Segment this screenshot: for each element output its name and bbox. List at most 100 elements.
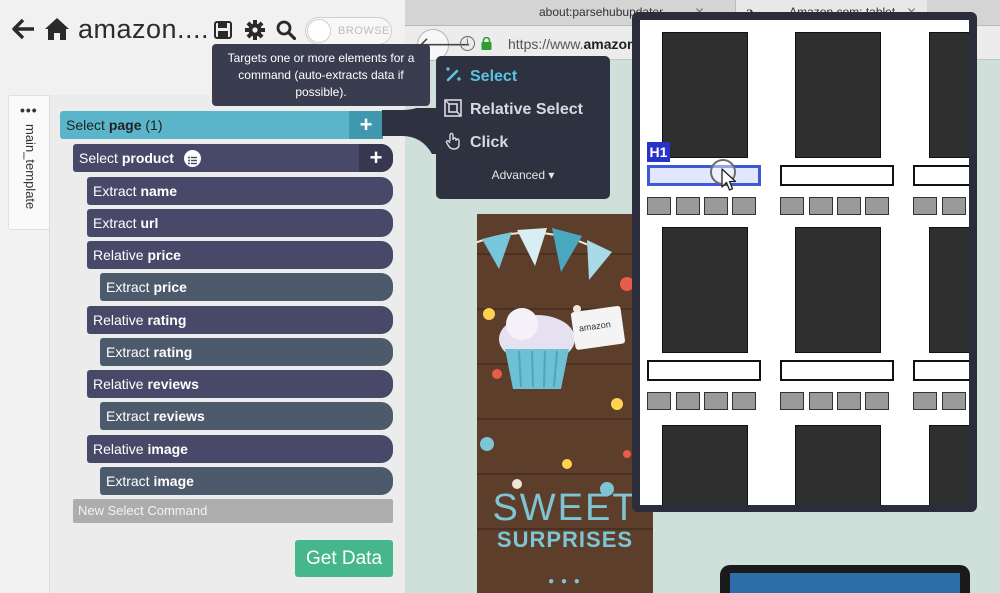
search-icon[interactable] [276,20,296,40]
lock-icon [481,37,492,50]
get-data-button[interactable]: Get Data [295,540,393,577]
command-verb: Relative [93,376,144,392]
command-verb: Relative [93,312,144,328]
menu-item-select[interactable]: Select [444,64,517,90]
menu-item-relative-select[interactable]: Relative Select [444,97,583,123]
product-detail-placeholder [913,197,937,215]
command-extract-reviews[interactable]: Extract reviews [100,402,393,430]
product-title-placeholder [780,165,894,186]
template-tab-label: main_template [23,124,38,210]
command-verb: Select [66,117,105,133]
product-title-placeholder [913,360,969,381]
command-relative-image[interactable]: Relative image [87,435,393,463]
command-verb: Extract [106,473,150,489]
command-verb: Relative [93,441,144,457]
command-select-page[interactable]: Select page (1) + [60,111,383,139]
mouse-cursor-icon [721,168,737,191]
product-detail-placeholder [676,197,700,215]
advanced-dropdown[interactable]: Advanced ▾ [436,168,610,182]
product-title-placeholder [647,360,761,381]
highlighted-product-title[interactable] [647,165,761,186]
command-target: page [108,117,142,133]
carousel-dots[interactable]: ● ● ● [477,576,653,587]
command-target: reviews [147,376,199,392]
magic-wand-icon [444,66,462,84]
sweet-surprises-banner[interactable]: amazon SWEET SURPRISES ● ● ● [477,214,653,593]
command-verb: Select [79,150,118,166]
product-detail-placeholder [780,197,804,215]
project-title: amazon.... [78,14,210,44]
product-detail-placeholder [732,197,756,215]
command-target: rating [147,312,187,328]
command-verb: Extract [93,183,137,199]
info-icon[interactable]: i [460,36,475,51]
command-target: url [140,215,159,231]
product-detail-placeholder [865,197,889,215]
product-detail-placeholder [942,197,966,215]
hand-pointer-icon [444,132,462,150]
menu-item-label: Relative Select [470,101,583,118]
more-options-icon[interactable]: ••• [20,103,38,117]
product-image-placeholder [929,227,969,353]
product-image-placeholder [662,32,748,158]
product-detail-placeholder [837,392,861,410]
command-extract-price[interactable]: Extract price [100,273,393,301]
product-detail-placeholder [780,392,804,410]
command-relative-price[interactable]: Relative price [87,241,393,269]
product-detail-placeholder [732,392,756,410]
product-detail-placeholder [865,392,889,410]
product-detail-placeholder [913,392,937,410]
command-extract-rating[interactable]: Extract rating [100,338,393,366]
relative-select-icon [444,98,462,117]
command-extract-image[interactable]: Extract image [100,467,393,495]
banner-subtitle: SURPRISES [496,527,634,552]
product-image-placeholder [662,227,748,353]
command-target: name [140,183,178,199]
command-verb: Extract [106,344,150,360]
command-extract-name[interactable]: Extract name [87,177,393,205]
command-verb: Extract [106,279,150,295]
command-target: price [153,279,187,295]
save-icon[interactable] [214,21,232,39]
command-extract-url[interactable]: Extract url [87,209,393,237]
tablet-screen [730,573,960,593]
product-image-placeholder [795,32,881,158]
menu-item-label: Select [470,68,518,85]
command-target: reviews [153,408,205,424]
browse-label: BROWSE [338,25,390,37]
preview-page: H1 [640,20,969,505]
select-tooltip: Targets one or more elements for a comma… [212,44,430,106]
product-detail-placeholder [647,197,671,215]
add-command-button[interactable]: + [349,111,383,139]
product-detail-placeholder [809,197,833,215]
product-title-placeholder [780,360,894,381]
selection-preview: H1 [632,12,977,512]
back-arrow-icon[interactable] [12,17,36,41]
command-relative-rating[interactable]: Relative rating [87,306,393,334]
menu-item-label: Click [470,134,509,151]
product-image-placeholder [929,32,969,158]
command-select-product[interactable]: Select product + [73,144,393,172]
command-relative-reviews[interactable]: Relative reviews [87,370,393,398]
product-detail-placeholder [704,197,728,215]
toggle-knob [307,19,331,43]
tablet-product-image[interactable] [720,565,970,593]
command-target: price [147,247,181,263]
product-detail-placeholder [676,392,700,410]
url-text[interactable]: https://www.amazon [508,36,636,52]
add-command-menu: Select Relative Select Click Advanced ▾ [436,56,610,199]
home-icon[interactable] [44,17,70,41]
product-image-placeholder [795,425,881,505]
product-detail-placeholder [647,392,671,410]
browse-toggle[interactable]: BROWSE [305,17,392,45]
command-verb: Extract [106,408,150,424]
command-count: (1) [145,117,163,133]
template-tab-main[interactable]: ••• main_template [8,95,50,230]
menu-item-click[interactable]: Click [444,130,508,156]
element-tag-badge: H1 [647,142,670,162]
product-detail-placeholder [809,392,833,410]
list-icon[interactable] [183,149,201,167]
gear-icon[interactable] [245,20,265,40]
new-select-command-input[interactable]: New Select Command [73,499,393,523]
product-image-placeholder [795,227,881,353]
